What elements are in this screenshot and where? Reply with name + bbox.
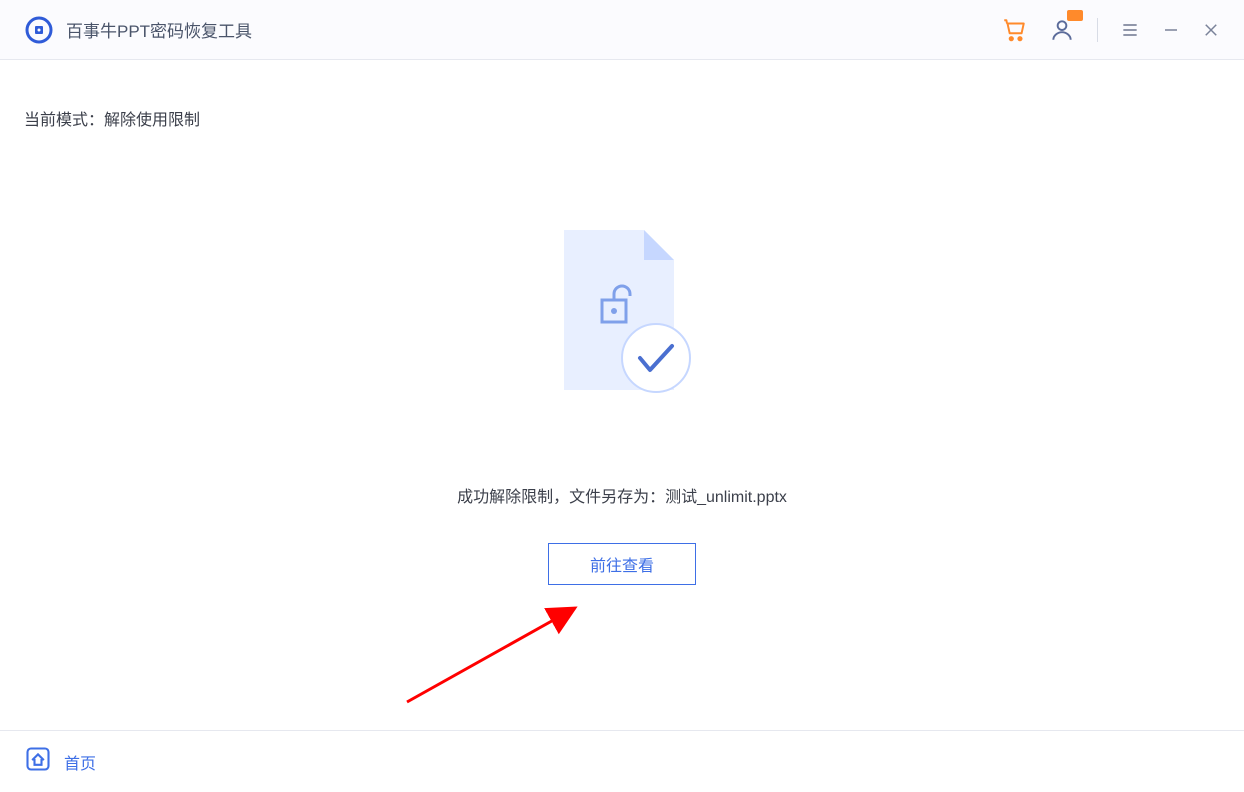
home-icon — [24, 745, 52, 778]
success-message: 成功解除限制，文件另存为：测试_unlimit.pptx — [457, 483, 787, 507]
titlebar-right — [1001, 17, 1220, 43]
saved-filename: 测试_unlimit.pptx — [665, 489, 787, 506]
cart-icon[interactable] — [1001, 17, 1027, 43]
vip-badge-icon — [1067, 10, 1083, 21]
app-title: 百事牛PPT密码恢复工具 — [66, 17, 252, 42]
account-icon[interactable] — [1049, 17, 1075, 43]
minimize-icon[interactable] — [1162, 21, 1180, 39]
go-view-button[interactable]: 前往查看 — [548, 543, 696, 585]
titlebar-divider — [1097, 18, 1098, 42]
titlebar-left: 百事牛PPT密码恢复工具 — [24, 15, 252, 45]
app-logo-icon — [24, 15, 54, 45]
mode-prefix: 当前模式： — [24, 112, 104, 129]
annotation-arrow-icon — [399, 600, 589, 710]
main-content: 当前模式：解除使用限制 成功解除限制，文件另存为：测试_unlimit.pptx… — [0, 60, 1244, 730]
titlebar: 百事牛PPT密码恢复工具 — [0, 0, 1244, 60]
close-icon[interactable] — [1202, 21, 1220, 39]
success-prefix: 成功解除限制，文件另存为： — [457, 489, 665, 506]
home-label: 首页 — [64, 750, 96, 774]
footer: 首页 — [0, 730, 1244, 792]
current-mode-label: 当前模式：解除使用限制 — [24, 106, 200, 130]
home-link[interactable]: 首页 — [24, 745, 96, 778]
mode-value: 解除使用限制 — [104, 112, 200, 129]
menu-icon[interactable] — [1120, 20, 1140, 40]
success-file-icon — [552, 230, 692, 415]
